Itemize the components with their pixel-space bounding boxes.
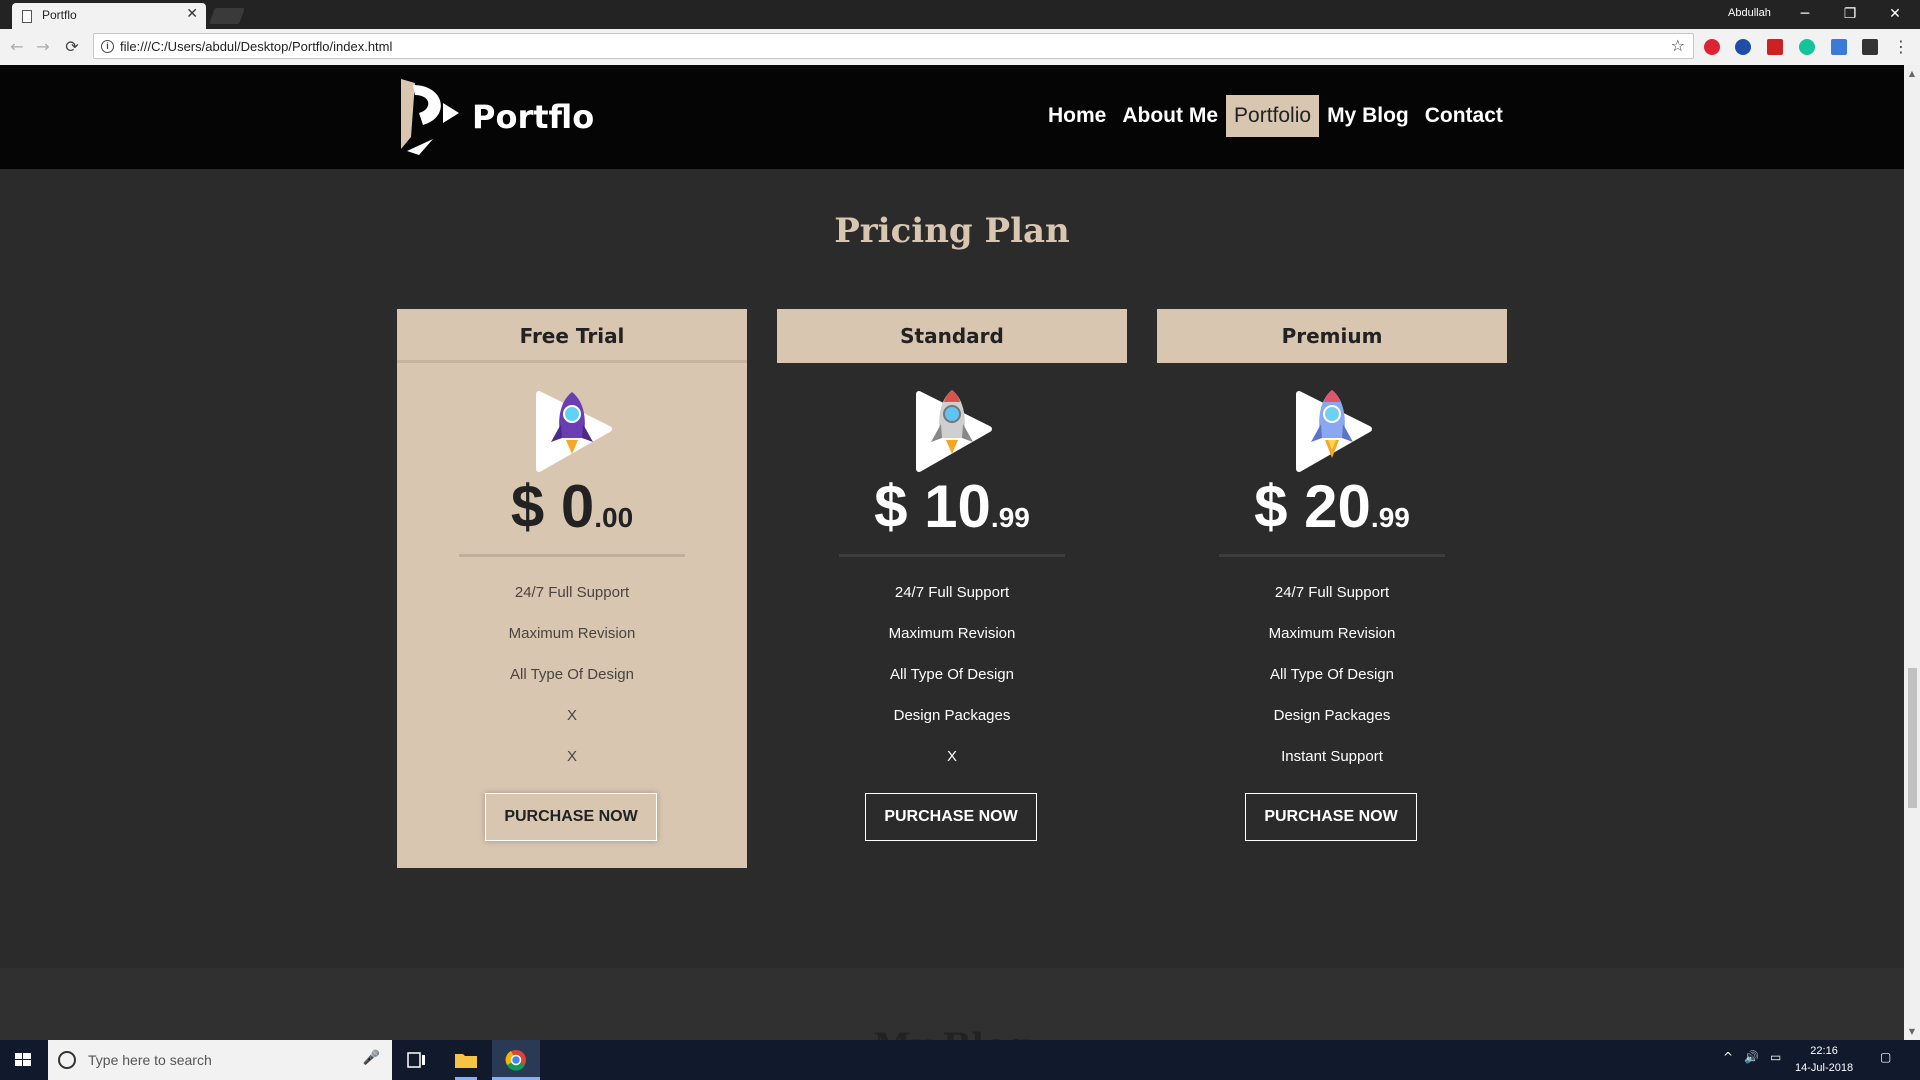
plan-name: Standard bbox=[777, 309, 1127, 363]
feature-list: 24/7 Full Support Maximum Revision All T… bbox=[397, 584, 747, 789]
url-text[interactable]: file:///C:/Users/abdul/Desktop/Portflo/i… bbox=[120, 39, 392, 54]
bookmark-star-icon[interactable]: ☆ bbox=[1671, 36, 1685, 55]
clock-date: 14-Jul-2018 bbox=[1795, 1062, 1854, 1074]
extension-window-icon[interactable] bbox=[1831, 39, 1847, 55]
plan-price: $ 10.99 bbox=[874, 473, 1030, 540]
purple-rocket-icon bbox=[536, 391, 612, 472]
purchase-now-button[interactable]: PURCHASE NOW bbox=[1245, 793, 1417, 841]
forward-icon[interactable]: → bbox=[32, 36, 54, 58]
main-nav: Home About Me Portfolio My Blog Contact bbox=[1040, 93, 1511, 138]
price-divider bbox=[839, 554, 1065, 557]
microphone-icon[interactable]: 🎤 bbox=[363, 1050, 380, 1066]
taskbar-clock[interactable]: 22:16 14-Jul-2018 bbox=[1795, 1043, 1853, 1077]
feature-item: 24/7 Full Support bbox=[1274, 584, 1390, 601]
extension-red-icon[interactable] bbox=[1704, 39, 1720, 55]
tab-close-icon[interactable]: ✕ bbox=[186, 6, 198, 22]
site-header: Portflo Home About Me Portfolio My Blog … bbox=[0, 65, 1904, 169]
portflo-logo-icon[interactable] bbox=[393, 77, 473, 157]
plan-price: $ 0.00 bbox=[510, 473, 634, 540]
feature-item: X bbox=[566, 707, 577, 724]
extension-lastpass-icon[interactable] bbox=[1767, 39, 1783, 55]
menu-dots-icon[interactable]: ⋮ bbox=[1890, 36, 1912, 58]
feature-item: All Type Of Design bbox=[890, 666, 1014, 683]
network-icon[interactable]: ▭ bbox=[1770, 1050, 1781, 1064]
feature-item: Design Packages bbox=[1273, 707, 1391, 724]
new-tab-button[interactable] bbox=[209, 8, 245, 24]
feature-list: 24/7 Full Support Maximum Revision All T… bbox=[1157, 584, 1507, 789]
plan-name: Free Trial bbox=[397, 309, 747, 363]
price-divider bbox=[459, 554, 685, 557]
feature-item: Maximum Revision bbox=[508, 625, 636, 642]
browser-tab[interactable]: Portflo ✕ bbox=[12, 3, 206, 29]
nav-item-contact[interactable]: Contact bbox=[1417, 95, 1511, 137]
feature-item: All Type Of Design bbox=[1270, 666, 1394, 683]
volume-icon[interactable]: 🔊 bbox=[1744, 1050, 1759, 1064]
feature-item: X bbox=[566, 748, 577, 765]
minimize-button[interactable]: ─ bbox=[1785, 3, 1825, 25]
scroll-thumb[interactable] bbox=[1908, 668, 1917, 808]
close-window-button[interactable]: ✕ bbox=[1875, 3, 1915, 25]
windows-taskbar: Type here to search 🎤 ^ 🔊 ▭ 22:16 14-Jul… bbox=[0, 1040, 1920, 1080]
browser-tab-bar: Portflo ✕ Abdullah ─ ❐ ✕ bbox=[0, 0, 1920, 29]
cortana-icon[interactable] bbox=[58, 1051, 76, 1069]
extension-tool-icon[interactable] bbox=[1862, 39, 1878, 55]
scroll-down-arrow-icon[interactable]: ▼ bbox=[1907, 1027, 1917, 1036]
plan-name: Premium bbox=[1157, 309, 1507, 363]
profile-name[interactable]: Abdullah bbox=[1728, 7, 1771, 19]
grey-rocket-icon bbox=[916, 390, 992, 472]
logo-text[interactable]: Portflo bbox=[472, 98, 594, 136]
windows-start-icon[interactable] bbox=[0, 1040, 46, 1080]
pricing-title: Pricing Plan bbox=[834, 211, 1070, 251]
page-viewport: Portflo Home About Me Portfolio My Blog … bbox=[0, 65, 1904, 1040]
feature-item: Instant Support bbox=[1281, 748, 1383, 765]
nav-item-home[interactable]: Home bbox=[1040, 95, 1114, 137]
feature-item: Maximum Revision bbox=[888, 625, 1016, 642]
feature-item: X bbox=[946, 748, 957, 765]
purchase-now-button[interactable]: PURCHASE NOW bbox=[865, 793, 1037, 841]
feature-item: Design Packages bbox=[893, 707, 1011, 724]
browser-toolbar: ← → ⟳ i file:///C:/Users/abdul/Desktop/P… bbox=[0, 29, 1920, 65]
clock-time: 22:16 bbox=[1810, 1045, 1838, 1057]
extension-grammarly-icon[interactable] bbox=[1799, 39, 1815, 55]
blog-section: My Blog bbox=[0, 968, 1904, 1040]
tab-title: Portflo bbox=[42, 8, 77, 22]
page-scrollbar[interactable]: ▲ ▼ bbox=[1904, 65, 1920, 1040]
extension-blue-icon[interactable] bbox=[1735, 39, 1751, 55]
price-divider bbox=[1219, 554, 1445, 557]
blog-section-title: My Blog bbox=[0, 1026, 1904, 1040]
file-explorer-icon[interactable] bbox=[442, 1040, 490, 1080]
chrome-icon[interactable] bbox=[492, 1040, 540, 1080]
feature-list: 24/7 Full Support Maximum Revision All T… bbox=[777, 584, 1127, 789]
feature-item: Maximum Revision bbox=[1268, 625, 1396, 642]
info-icon[interactable]: i bbox=[101, 40, 114, 53]
blue-rocket-icon bbox=[1296, 390, 1372, 472]
taskbar-search[interactable]: Type here to search 🎤 bbox=[48, 1040, 392, 1080]
tray-chevron-icon[interactable]: ^ bbox=[1723, 1050, 1733, 1064]
nav-item-portfolio[interactable]: Portfolio bbox=[1226, 94, 1320, 137]
nav-item-about-me[interactable]: About Me bbox=[1114, 95, 1226, 137]
pricing-card-free-trial: Free Trial $ 0.00 24/7 Full Support Maxi… bbox=[397, 309, 747, 868]
action-center-icon[interactable]: ▢ bbox=[1880, 1050, 1891, 1064]
nav-item-my-blog[interactable]: My Blog bbox=[1319, 95, 1417, 137]
reload-icon[interactable]: ⟳ bbox=[61, 36, 83, 58]
page-icon bbox=[22, 10, 32, 23]
feature-item: 24/7 Full Support bbox=[894, 584, 1010, 601]
feature-item: 24/7 Full Support bbox=[514, 584, 630, 601]
address-bar[interactable]: i file:///C:/Users/abdul/Desktop/Portflo… bbox=[93, 33, 1694, 59]
pricing-card-standard: Standard $ 10.99 24/7 Full Support Maxim… bbox=[777, 309, 1127, 868]
pricing-card-premium: Premium $ 20.99 24/7 Full Support Maximu… bbox=[1157, 309, 1507, 868]
search-placeholder[interactable]: Type here to search bbox=[88, 1052, 212, 1068]
scroll-up-arrow-icon[interactable]: ▲ bbox=[1907, 69, 1917, 78]
feature-item: All Type Of Design bbox=[510, 666, 634, 683]
plan-price: $ 20.99 bbox=[1254, 473, 1410, 540]
task-view-icon[interactable] bbox=[392, 1040, 440, 1080]
back-icon[interactable]: ← bbox=[6, 36, 28, 58]
purchase-now-button[interactable]: PURCHASE NOW bbox=[485, 793, 657, 841]
restore-button[interactable]: ❐ bbox=[1830, 3, 1870, 25]
